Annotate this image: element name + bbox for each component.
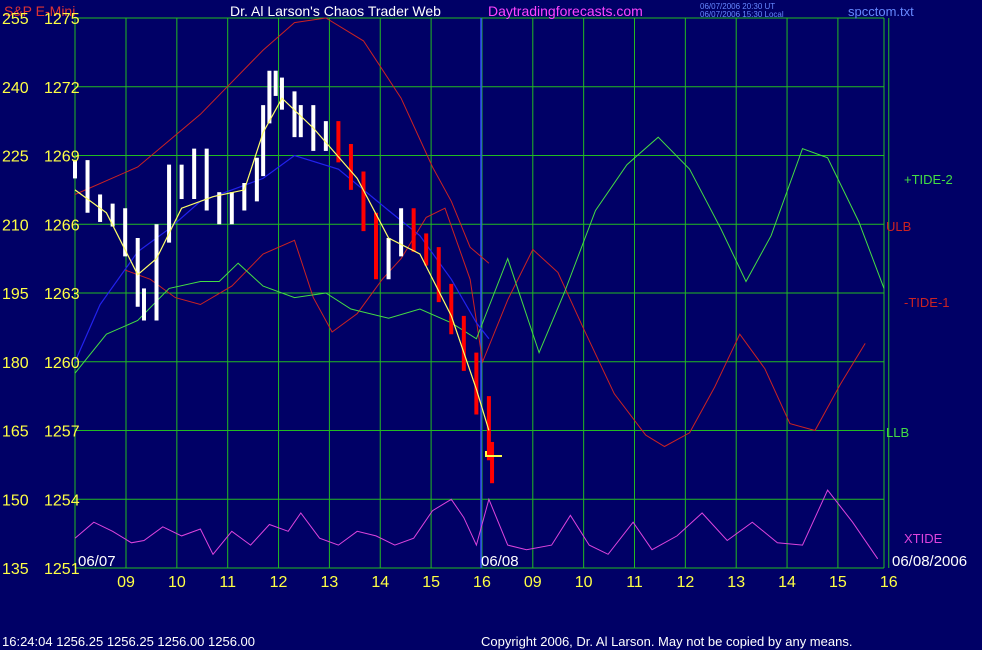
- x-tick-label: 15: [829, 574, 847, 591]
- date-label-mid: 06/08: [481, 553, 519, 570]
- y-tick-label-price: 1257: [44, 424, 80, 441]
- x-tick-label: 10: [168, 574, 186, 591]
- y-tick-label-price: 1263: [44, 286, 80, 303]
- x-tick-label: 12: [270, 574, 288, 591]
- y-tick-label-index: 150: [2, 492, 29, 509]
- timestamp-local: 06/07/2006 15:30 Local: [700, 10, 784, 19]
- y-tick-label-index: 225: [2, 149, 29, 166]
- site-link[interactable]: Daytradingforecasts.com: [488, 3, 643, 19]
- y-tick-label-index: 255: [2, 11, 29, 28]
- page-title: Dr. Al Larson's Chaos Trader Web: [230, 3, 441, 19]
- y-tick-label-index: 240: [2, 80, 29, 97]
- llb-label: LLB: [886, 425, 909, 440]
- x-tick-label: 12: [676, 574, 694, 591]
- y-tick-label-price: 1272: [44, 80, 80, 97]
- tide-minus-1-label: -TIDE-1: [904, 295, 950, 310]
- x-tick-label: 13: [321, 574, 339, 591]
- x-tick-label: 11: [626, 574, 643, 591]
- tide-plus-2-label: +TIDE-2: [904, 172, 953, 187]
- y-tick-label-index: 180: [2, 355, 29, 372]
- x-tick-label: 11: [219, 574, 236, 591]
- xtide-label: XTIDE: [904, 531, 943, 546]
- y-tick-label-price: 1254: [44, 492, 80, 509]
- x-tick-label: 09: [524, 574, 542, 591]
- date-label-start: 06/07: [78, 553, 116, 570]
- x-tick-label: 16: [880, 574, 898, 591]
- y-tick-label-index: 135: [2, 561, 29, 578]
- copyright-notice: Copyright 2006, Dr. Al Larson. May not b…: [481, 634, 852, 649]
- x-tick-label: 13: [727, 574, 745, 591]
- x-tick-label: 14: [371, 574, 389, 591]
- x-tick-label: 16: [473, 574, 491, 591]
- y-tick-label-index: 210: [2, 217, 29, 234]
- y-tick-label-price: 1275: [44, 11, 80, 28]
- y-tick-label-index: 165: [2, 424, 29, 441]
- x-tick-label: 15: [422, 574, 440, 591]
- x-tick-label: 10: [575, 574, 593, 591]
- date-label-end: 06/08/2006: [892, 553, 967, 570]
- y-tick-label-price: 1251: [44, 561, 80, 578]
- chart: S&P E-Mini Dr. Al Larson's Chaos Trader …: [0, 0, 982, 650]
- y-tick-label-index: 195: [2, 286, 29, 303]
- file-name: spcctom.txt: [848, 4, 914, 19]
- x-tick-label: 14: [778, 574, 796, 591]
- y-tick-label-price: 1266: [44, 217, 80, 234]
- y-tick-label-price: 1260: [44, 355, 80, 372]
- y-tick-label-price: 1269: [44, 149, 80, 166]
- x-tick-label: 09: [117, 574, 135, 591]
- ulb-label: ULB: [886, 219, 911, 234]
- quote-readout: 16:24:04 1256.25 1256.25 1256.00 1256.00: [2, 634, 255, 649]
